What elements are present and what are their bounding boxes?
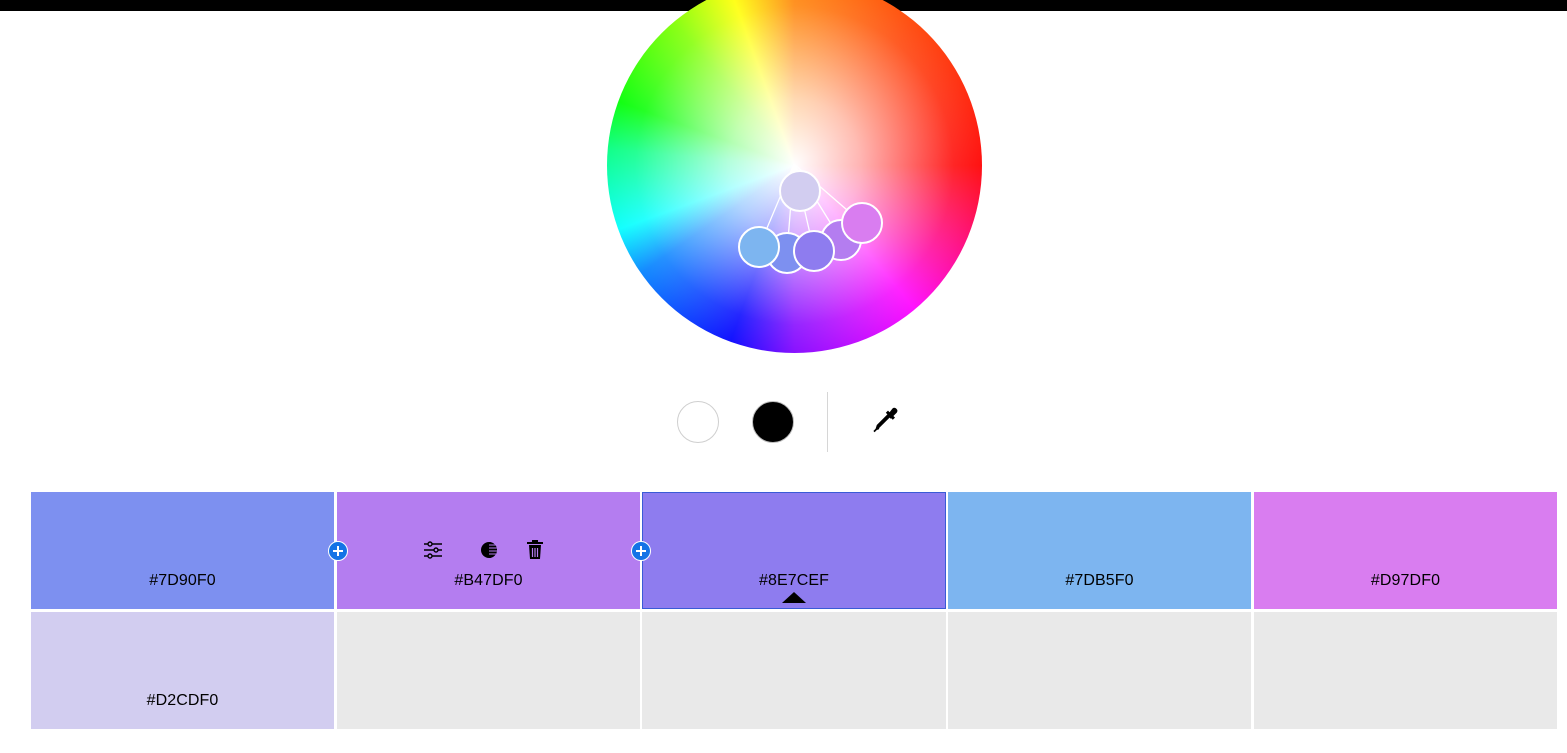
swatch-5[interactable]: #D97DF0 [1254,492,1557,609]
swatch-hex-label: #8E7CEF [758,572,830,589]
swatch-hex-label: #7D90F0 [149,572,216,589]
tool-divider [827,392,828,452]
empty-slot [337,612,640,729]
add-swatch-button[interactable] [631,541,651,561]
empty-slot [642,612,946,729]
handle-8e7cef[interactable] [793,230,835,272]
eyedropper-icon[interactable] [870,405,902,437]
add-swatch-button[interactable] [328,541,348,561]
empty-slot [948,612,1251,729]
swatch-hex-label: #D97DF0 [1370,572,1441,589]
handle-base-d2cdf0[interactable] [779,170,821,212]
shade-swatch-1[interactable]: #D2CDF0 [31,612,334,729]
sliders-icon[interactable] [422,539,444,561]
black-swatch-icon[interactable] [752,401,794,443]
handle-d97df0[interactable] [841,202,883,244]
trash-icon[interactable] [524,539,546,561]
swatch-hex-label: #D2CDF0 [146,692,219,709]
handle-7db5f0[interactable] [738,226,780,268]
color-wheel[interactable] [607,0,982,353]
swatch-1[interactable]: #7D90F0 [31,492,334,609]
empty-slot [1254,612,1557,729]
wheel-handles [738,163,883,274]
swatch-4[interactable]: #7DB5F0 [948,492,1251,609]
white-swatch-icon[interactable] [677,401,719,443]
selected-swatch-caret-icon [782,592,806,603]
swatch-hex-label: #7DB5F0 [1065,572,1134,589]
contrast-icon[interactable] [478,539,500,561]
swatch-hex-label: #B47DF0 [454,572,523,589]
